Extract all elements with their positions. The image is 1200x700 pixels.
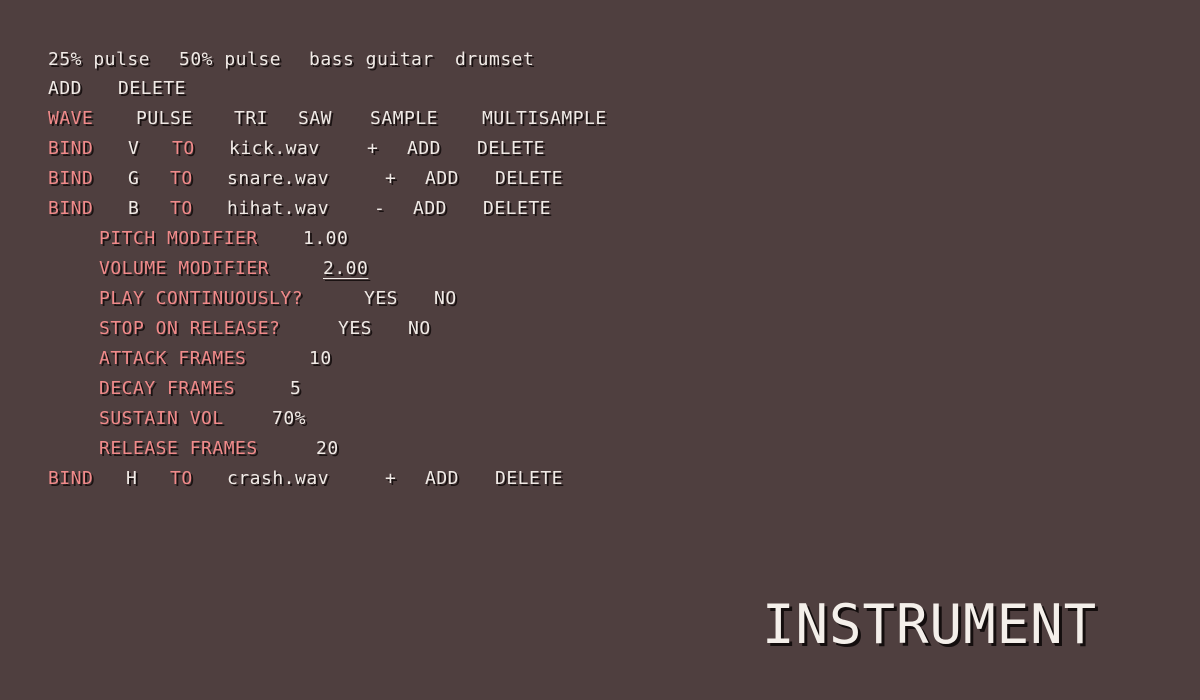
- volume-modifier-label: VOLUME MODIFIER: [99, 258, 270, 279]
- wave-option-multisample[interactable]: MULTISAMPLE: [482, 106, 607, 132]
- bind-add-button[interactable]: ADD: [413, 196, 447, 222]
- preset-25-pulse[interactable]: 25% pulse: [48, 47, 150, 73]
- wave-option-pulse[interactable]: PULSE: [136, 106, 193, 132]
- wave-option-sample[interactable]: SAMPLE: [370, 106, 438, 132]
- screen-title: INSTRUMENT: [762, 593, 1098, 656]
- wave-option-tri[interactable]: TRI: [234, 106, 268, 132]
- bind-file[interactable]: crash.wav: [227, 466, 329, 492]
- stop-on-release-no[interactable]: NO: [408, 316, 431, 342]
- expand-toggle[interactable]: +: [367, 136, 378, 162]
- preset-add-button[interactable]: ADD: [48, 76, 82, 102]
- bind-delete-button[interactable]: DELETE: [495, 466, 563, 492]
- bind-label: BIND: [48, 168, 94, 189]
- to-label: TO: [170, 468, 193, 489]
- play-continuously-label: PLAY CONTINUOUSLY?: [99, 288, 304, 309]
- pitch-modifier-value[interactable]: 1.00: [303, 226, 348, 252]
- wave-option-saw[interactable]: SAW: [298, 106, 332, 132]
- pitch-modifier-label: PITCH MODIFIER: [99, 228, 258, 249]
- attack-frames-label: ATTACK FRAMES: [99, 348, 247, 369]
- release-frames-value[interactable]: 20: [316, 436, 339, 462]
- to-label: TO: [172, 138, 195, 159]
- bind-add-button[interactable]: ADD: [425, 466, 459, 492]
- sustain-vol-value[interactable]: 70%: [272, 406, 306, 432]
- play-continuously-no[interactable]: NO: [434, 286, 457, 312]
- release-frames-label: RELEASE FRAMES: [99, 438, 258, 459]
- expand-toggle[interactable]: +: [385, 466, 396, 492]
- bind-key[interactable]: V: [128, 136, 139, 162]
- attack-frames-value[interactable]: 10: [309, 346, 332, 372]
- bind-key[interactable]: G: [128, 166, 139, 192]
- decay-frames-label: DECAY FRAMES: [99, 378, 236, 399]
- to-label: TO: [170, 198, 193, 219]
- bind-file[interactable]: snare.wav: [227, 166, 329, 192]
- preset-bass-guitar[interactable]: bass guitar: [309, 47, 434, 73]
- bind-key[interactable]: B: [128, 196, 139, 222]
- sustain-vol-label: SUSTAIN VOL: [99, 408, 224, 429]
- collapse-toggle[interactable]: -: [374, 196, 385, 222]
- preset-drumset[interactable]: drumset: [455, 47, 534, 73]
- bind-label: BIND: [48, 198, 94, 219]
- bind-delete-button[interactable]: DELETE: [495, 166, 563, 192]
- volume-modifier-value[interactable]: 2.00: [323, 256, 368, 282]
- decay-frames-value[interactable]: 5: [290, 376, 301, 402]
- bind-delete-button[interactable]: DELETE: [483, 196, 551, 222]
- play-continuously-yes[interactable]: YES: [364, 286, 398, 312]
- preset-50-pulse[interactable]: 50% pulse: [179, 47, 281, 73]
- bind-label: BIND: [48, 468, 94, 489]
- preset-delete-button[interactable]: DELETE: [118, 76, 186, 102]
- stop-on-release-yes[interactable]: YES: [338, 316, 372, 342]
- expand-toggle[interactable]: +: [385, 166, 396, 192]
- stop-on-release-label: STOP ON RELEASE?: [99, 318, 281, 339]
- bind-add-button[interactable]: ADD: [425, 166, 459, 192]
- bind-key[interactable]: H: [126, 466, 137, 492]
- bind-add-button[interactable]: ADD: [407, 136, 441, 162]
- bind-file[interactable]: kick.wav: [229, 136, 320, 162]
- bind-label: BIND: [48, 138, 94, 159]
- to-label: TO: [170, 168, 193, 189]
- bind-delete-button[interactable]: DELETE: [477, 136, 545, 162]
- bind-file[interactable]: hihat.wav: [227, 196, 329, 222]
- wave-label: WAVE: [48, 108, 94, 129]
